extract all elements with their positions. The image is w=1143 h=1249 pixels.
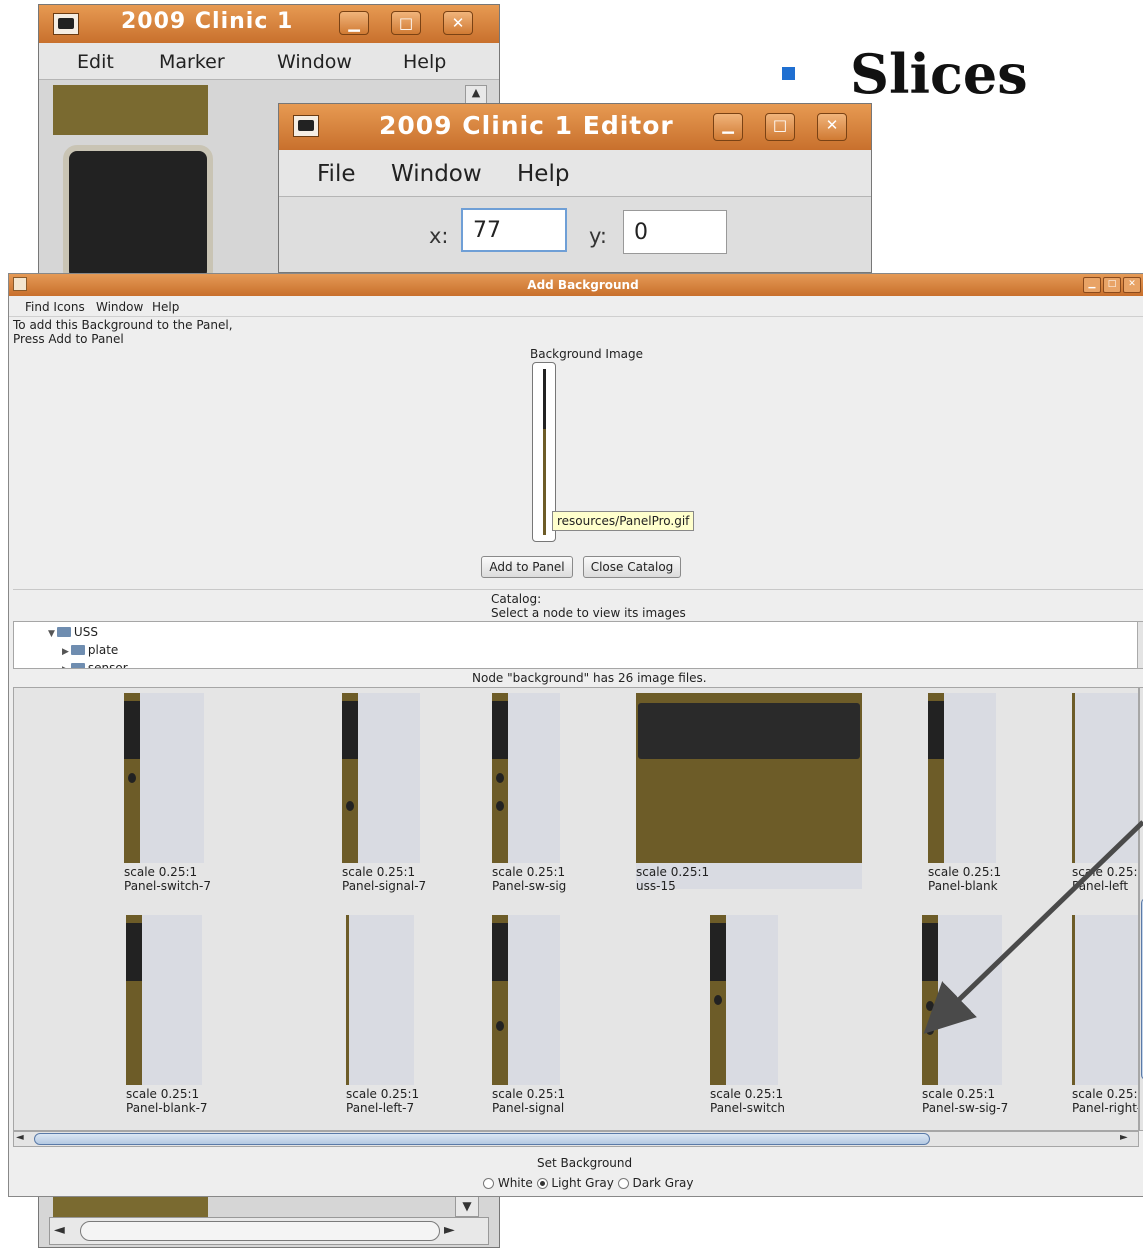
annotation-arrow: [923, 820, 1143, 1034]
